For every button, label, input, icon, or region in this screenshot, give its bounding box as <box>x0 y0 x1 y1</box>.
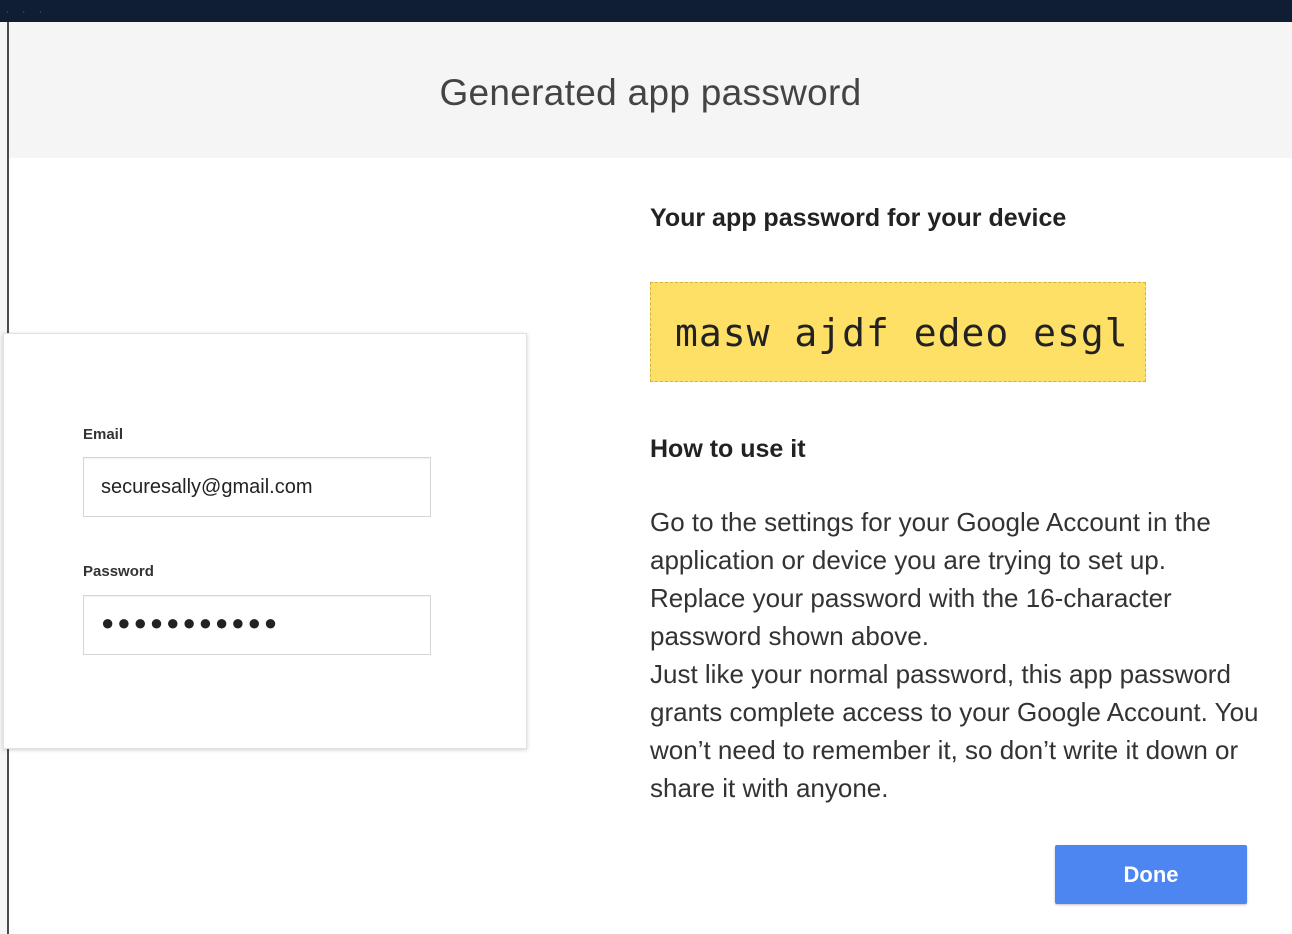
email-label: Email <box>83 426 124 443</box>
email-field: securesally@gmail.com <box>83 457 431 517</box>
sign-in-illustration-card: Email securesally@gmail.com Password ●●●… <box>3 333 527 749</box>
backdrop-strip: ··· <box>0 0 1292 22</box>
dialog-title: Generated app password <box>439 72 862 113</box>
instructions-paragraph-2: Just like your normal password, this app… <box>650 659 1259 803</box>
password-field: ●●●●●●●●●●● <box>83 595 431 655</box>
backdrop-specks: ··· <box>6 8 56 17</box>
done-button[interactable]: Done <box>1055 845 1247 904</box>
device-password-heading: Your app password for your device <box>650 204 1067 232</box>
email-field-value: securesally@gmail.com <box>101 476 313 498</box>
how-to-use-heading: How to use it <box>650 435 806 463</box>
instructions-paragraph-1: Go to the settings for your Google Accou… <box>650 507 1211 651</box>
password-label: Password <box>83 563 154 580</box>
dialog-header: Generated app password <box>9 22 1292 158</box>
app-password-dialog: Generated app password Email securesally… <box>3 22 1292 934</box>
password-field-value: ●●●●●●●●●●● <box>101 610 281 635</box>
usage-instructions: Go to the settings for your Google Accou… <box>650 503 1260 807</box>
app-password-box[interactable]: masw ajdf edeo esgl <box>650 282 1146 382</box>
app-password-text[interactable]: masw ajdf edeo esgl <box>675 311 1129 355</box>
screen: ··· Generated app password Email secures… <box>0 0 1292 934</box>
